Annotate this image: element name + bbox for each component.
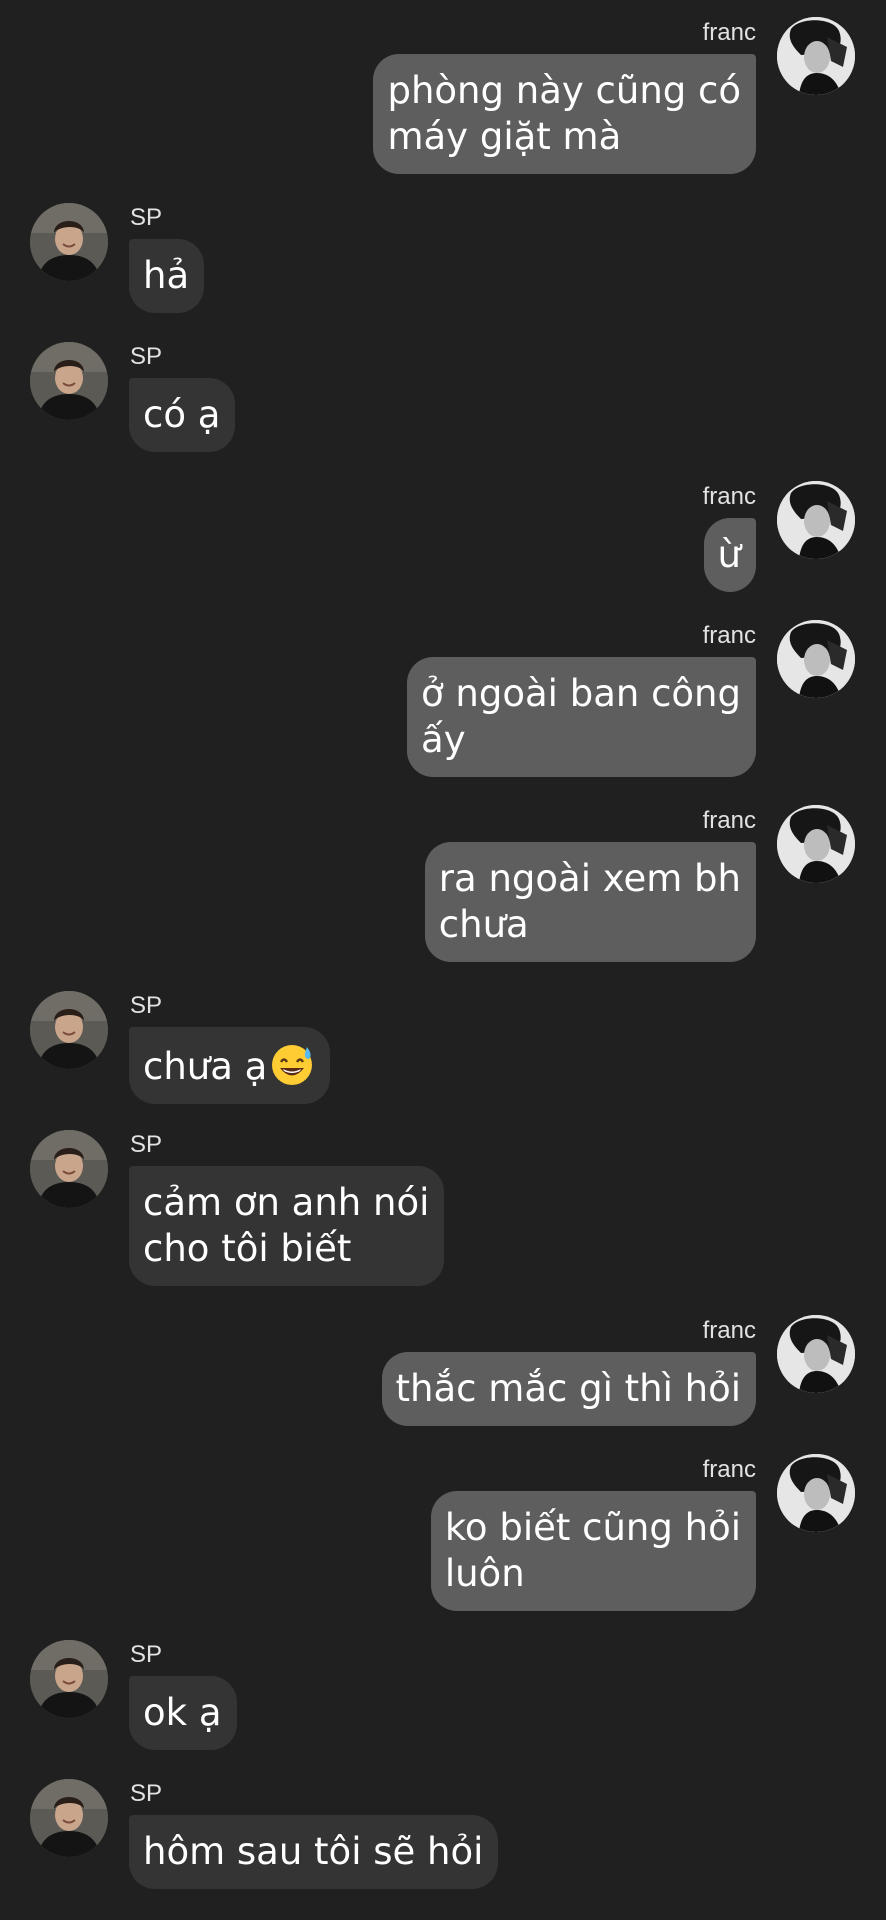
sender-name: SP bbox=[130, 204, 163, 231]
message-text-line: thắc mắc gì thì hỏi bbox=[395, 1367, 741, 1410]
sp-avatar-icon[interactable] bbox=[30, 203, 108, 281]
message-text-line: cảm ơn anh nói bbox=[143, 1181, 430, 1224]
message-text-line: ra ngoài xem bh bbox=[438, 857, 741, 900]
message-bubble[interactable]: có ạ bbox=[129, 378, 236, 452]
sp-avatar-icon[interactable] bbox=[30, 1130, 108, 1208]
franc-avatar-icon[interactable] bbox=[777, 620, 855, 698]
message-bubble[interactable]: ok ạ bbox=[129, 1676, 237, 1750]
franc-avatar-icon[interactable] bbox=[777, 1454, 855, 1532]
message-text-line: hôm sau tôi sẽ hỏi bbox=[143, 1830, 484, 1873]
message-text-line: luôn bbox=[444, 1552, 525, 1595]
message-bubble[interactable]: chưa ạ bbox=[129, 1027, 331, 1104]
sp-avatar-icon[interactable] bbox=[30, 342, 108, 420]
sender-name: franc bbox=[702, 1456, 756, 1483]
franc-avatar-icon[interactable] bbox=[777, 17, 855, 95]
message-text-line: ko biết cũng hỏi bbox=[444, 1506, 741, 1549]
sender-name: SP bbox=[130, 1641, 163, 1668]
message-bubble[interactable]: thắc mắc gì thì hỏi bbox=[381, 1352, 756, 1426]
message-bubble[interactable]: ừ bbox=[703, 518, 756, 592]
franc-avatar-icon[interactable] bbox=[777, 481, 855, 559]
sp-avatar-icon[interactable] bbox=[30, 991, 108, 1069]
message-bubble[interactable]: ở ngoài ban công ấy bbox=[407, 657, 756, 777]
sp-avatar-icon[interactable] bbox=[30, 1640, 108, 1718]
sender-name: SP bbox=[130, 1131, 163, 1158]
franc-avatar-icon[interactable] bbox=[777, 1315, 855, 1393]
sender-name: SP bbox=[130, 343, 163, 370]
sender-name: franc bbox=[702, 807, 756, 834]
sender-name: SP bbox=[130, 992, 163, 1019]
message-text-line: cho tôi biết bbox=[143, 1227, 352, 1270]
message-bubble[interactable]: cảm ơn anh nói cho tôi biết bbox=[129, 1166, 445, 1286]
message-text-line: hả bbox=[143, 254, 190, 297]
grinning-sweat-emoji bbox=[267, 1045, 315, 1088]
message-bubble[interactable]: phòng này cũng có máy giặt mà bbox=[373, 54, 756, 174]
message-bubble[interactable]: ko biết cũng hỏi luôn bbox=[430, 1491, 756, 1611]
sp-avatar-icon[interactable] bbox=[30, 1779, 108, 1857]
sender-name: franc bbox=[702, 483, 756, 510]
message-bubble[interactable]: hôm sau tôi sẽ hỏi bbox=[129, 1815, 499, 1889]
sender-name: franc bbox=[702, 622, 756, 649]
chat-message-list[interactable]: franc phòng này cũng có máy giặt mà SP hả SP c… bbox=[0, 0, 886, 1920]
message-text-line: ấy bbox=[421, 718, 466, 761]
message-text-line: chưa ạ bbox=[143, 1041, 315, 1090]
message-text-line: ok ạ bbox=[143, 1691, 222, 1734]
franc-avatar-icon[interactable] bbox=[777, 805, 855, 883]
message-text-line: máy giặt mà bbox=[387, 115, 622, 158]
sender-name: SP bbox=[130, 1780, 163, 1807]
message-text-line: ở ngoài ban công bbox=[421, 672, 741, 715]
message-text-line: có ạ bbox=[143, 393, 221, 436]
message-text-line: chưa bbox=[438, 903, 529, 946]
sender-name: franc bbox=[702, 19, 756, 46]
message-bubble[interactable]: ra ngoài xem bh chưa bbox=[424, 842, 756, 962]
message-text-line: phòng này cũng có bbox=[387, 69, 741, 112]
message-bubble[interactable]: hả bbox=[129, 239, 205, 313]
sender-name: franc bbox=[702, 1317, 756, 1344]
message-text-line: ừ bbox=[717, 533, 741, 576]
